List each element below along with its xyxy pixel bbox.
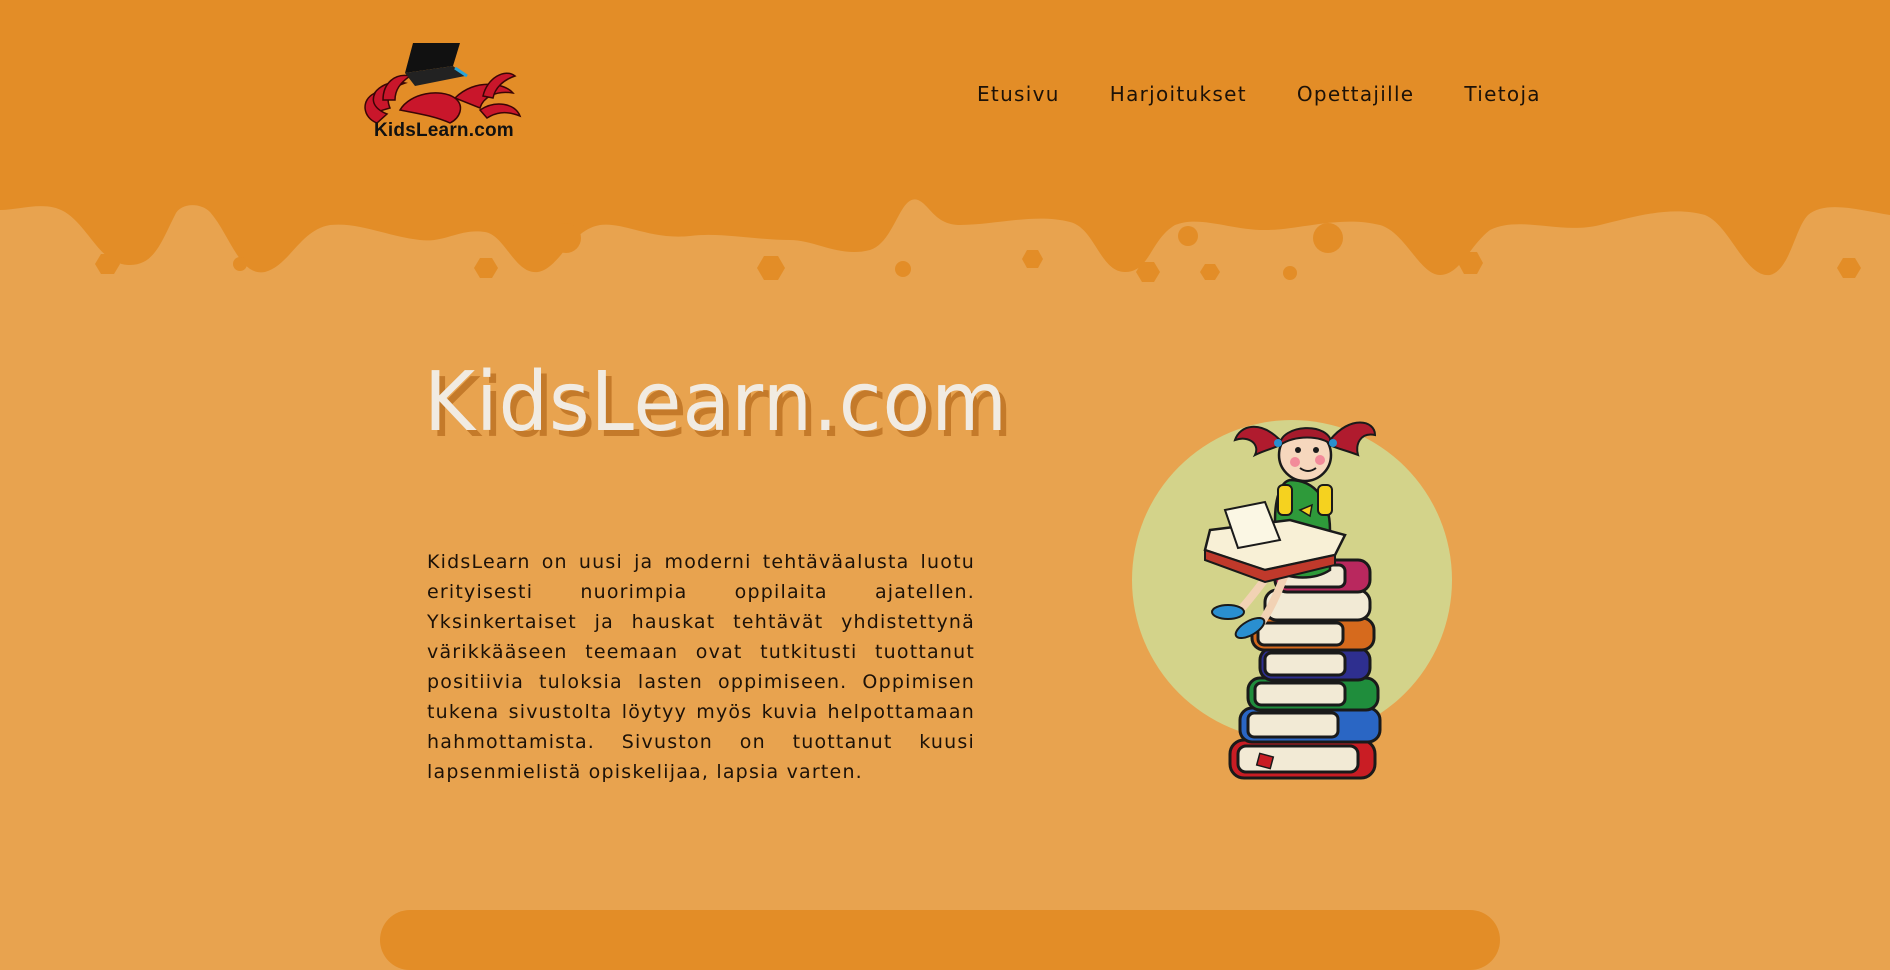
nav-opettajille[interactable]: Opettajille — [1297, 82, 1415, 106]
girl-reading-on-books-illustration — [1132, 420, 1452, 780]
main-navigation: Etusivu Harjoitukset Opettajille Tietoja — [977, 82, 1591, 106]
header-wave-background — [0, 0, 1890, 282]
hero-description: KidsLearn on uusi ja moderni tehtäväalus… — [427, 551, 975, 783]
nav-harjoitukset[interactable]: Harjoitukset — [1110, 82, 1247, 106]
content-section-edge — [380, 910, 1500, 970]
nav-etusivu[interactable]: Etusivu — [977, 82, 1060, 106]
logo-text: KidsLearn.com — [374, 120, 514, 141]
hero-title: KidsLearn.com — [424, 355, 1008, 450]
nav-tietoja[interactable]: Tietoja — [1464, 82, 1540, 106]
